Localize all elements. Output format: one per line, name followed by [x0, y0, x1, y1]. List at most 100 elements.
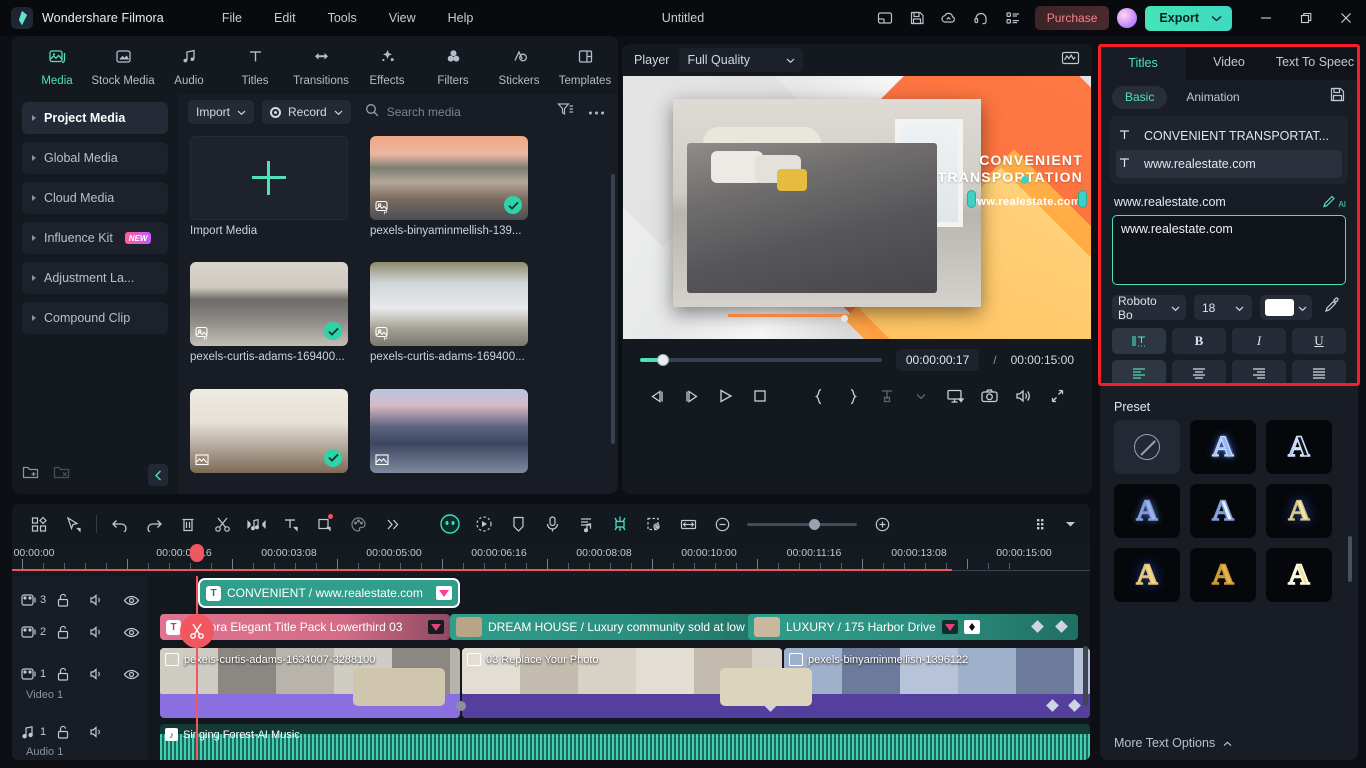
title-text-input[interactable]: www.realestate.com [1112, 215, 1346, 285]
chevron-down-icon[interactable] [1211, 11, 1222, 25]
tab-video[interactable]: Video [1186, 44, 1272, 80]
chevron-down-icon[interactable] [1298, 299, 1307, 317]
prev-frame-icon[interactable] [640, 383, 674, 409]
color-tool-icon[interactable] [341, 510, 375, 538]
search-input[interactable] [386, 105, 537, 119]
tab-text-to-speech[interactable]: Text To Speec [1272, 44, 1358, 80]
chevron-down-icon[interactable] [786, 53, 795, 67]
tab-audio[interactable]: Audio [156, 43, 222, 87]
lock-icon[interactable] [46, 667, 80, 682]
align-center-button[interactable] [1172, 360, 1226, 386]
widgets-icon[interactable] [22, 510, 56, 538]
subtab-basic[interactable]: Basic [1112, 85, 1168, 109]
font-family-select[interactable]: Roboto Bo [1112, 294, 1186, 322]
chevron-down-icon[interactable] [334, 105, 343, 119]
tab-filters[interactable]: Filters [420, 43, 486, 87]
preset-blue-double[interactable]: A [1114, 484, 1180, 538]
playhead-handle[interactable] [190, 544, 204, 562]
rotate-handle[interactable] [1021, 176, 1029, 184]
cloud-upload-icon[interactable] [933, 0, 965, 36]
media-item[interactable]: P pexels-curtis-adams-169400... [190, 262, 348, 378]
tab-stock-media[interactable]: Stock Media [90, 43, 156, 87]
new-folder-icon[interactable] [22, 464, 39, 486]
eye-icon[interactable] [114, 668, 148, 681]
bold-button[interactable]: B [1172, 328, 1226, 354]
tab-templates[interactable]: Templates [552, 43, 618, 87]
chevron-down-icon[interactable] [237, 105, 246, 119]
tab-titles[interactable]: Titles [222, 43, 288, 87]
eyedropper-icon[interactable] [1324, 297, 1340, 318]
media-item[interactable] [190, 388, 348, 488]
text-spacing-button[interactable] [1112, 328, 1166, 354]
menu-view[interactable]: View [373, 6, 432, 30]
mark-in-icon[interactable] [802, 383, 836, 409]
chevron-down-icon[interactable] [1060, 510, 1080, 538]
ai-pen-icon[interactable]: AI [1322, 194, 1346, 209]
tab-media[interactable]: Media [24, 43, 90, 87]
menu-file[interactable]: File [206, 6, 258, 30]
preset-gold-outline[interactable]: A [1266, 548, 1332, 602]
lock-icon[interactable] [46, 625, 80, 640]
save-icon[interactable] [901, 0, 933, 36]
green-screen-icon[interactable] [603, 510, 637, 538]
crop-tool-icon[interactable] [307, 510, 341, 538]
timeline-clip-audio[interactable]: ♪ Singing Forest-AI Music [160, 724, 1090, 760]
resize-handle-left[interactable] [967, 190, 976, 208]
mute-icon[interactable] [80, 667, 114, 681]
playhead[interactable] [180, 544, 214, 760]
close-icon[interactable] [1326, 0, 1366, 36]
marker-icon[interactable] [501, 510, 535, 538]
layout-icon[interactable] [869, 0, 901, 36]
preview-canvas[interactable]: CONVENIENT TRANSPORTATION www.realestate… [623, 76, 1091, 339]
export-button[interactable]: Export [1145, 5, 1232, 31]
text-tool-icon[interactable] [273, 510, 307, 538]
timeline-layout-icon[interactable] [1026, 510, 1060, 538]
timeline-vertical-scrollbar[interactable] [1083, 646, 1088, 706]
audio-detach-icon[interactable] [239, 510, 273, 538]
media-thumbnail[interactable]: P [370, 136, 528, 220]
media-item[interactable]: P pexels-curtis-adams-169400... [370, 262, 528, 378]
tab-titles[interactable]: Titles [1100, 44, 1186, 80]
avatar[interactable] [1117, 8, 1138, 28]
zoom-in-icon[interactable] [865, 510, 899, 538]
chevron-down-icon[interactable] [1235, 301, 1244, 315]
timeline-clip-luxury[interactable]: LUXURY / 175 Harbor Drive [748, 614, 1078, 640]
media-item[interactable]: P pexels-binyaminmellish-139... [370, 136, 528, 252]
align-right-button[interactable] [1232, 360, 1286, 386]
current-time[interactable]: 00:00:00:17 [895, 349, 980, 371]
italic-button[interactable]: I [1232, 328, 1286, 354]
sidebar-item-cloud-media[interactable]: Cloud Media [22, 182, 168, 214]
font-size-select[interactable]: 18 [1194, 295, 1252, 320]
preset-blue-glow[interactable]: A [1190, 420, 1256, 474]
timeline-ruler[interactable]: 00:00:00 00:00:01:16 00:00:03:08 00:00:0… [12, 544, 1090, 576]
underline-button[interactable]: U [1292, 328, 1346, 354]
media-thumbnail[interactable] [370, 388, 528, 473]
next-frame-icon[interactable] [674, 383, 708, 409]
purchase-button[interactable]: Purchase [1034, 6, 1110, 30]
filter-icon[interactable] [554, 102, 577, 122]
stop-icon[interactable] [742, 383, 776, 409]
waveform-icon[interactable] [1061, 50, 1080, 71]
apps-grid-icon[interactable] [997, 0, 1029, 36]
zoom-out-icon[interactable] [705, 510, 739, 538]
sidebar-item-project-media[interactable]: Project Media [22, 102, 168, 134]
preset-scrollbar[interactable] [1348, 536, 1352, 582]
tab-stickers[interactable]: Stickers [486, 43, 552, 87]
sidebar-item-influence-kit[interactable]: Influence Kit NEW [22, 222, 168, 254]
more-tools-icon[interactable] [375, 510, 409, 538]
fullscreen-icon[interactable] [1040, 383, 1074, 409]
delete-folder-icon[interactable] [53, 464, 70, 486]
import-button[interactable]: Import [188, 100, 255, 124]
eye-icon[interactable] [114, 594, 148, 607]
tab-transitions[interactable]: Transitions [288, 43, 354, 87]
undo-icon[interactable] [103, 510, 137, 538]
sidebar-item-global-media[interactable]: Global Media [22, 142, 168, 174]
preset-white-outline[interactable]: A [1266, 420, 1332, 474]
font-color-select[interactable] [1260, 295, 1312, 320]
media-item[interactable] [370, 388, 528, 488]
record-button[interactable]: Record [262, 100, 351, 124]
zoom-slider-knob[interactable] [809, 518, 820, 530]
select-tool-icon[interactable] [56, 510, 90, 538]
more-options-icon[interactable] [585, 103, 608, 121]
lock-icon[interactable] [46, 725, 80, 740]
